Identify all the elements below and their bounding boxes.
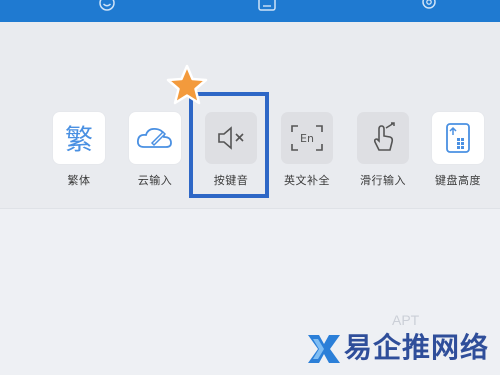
english-completion-icon: En: [291, 125, 323, 151]
highlight-frame: [189, 92, 269, 198]
traditional-chinese-button[interactable]: 繁: [53, 112, 105, 164]
swipe-gesture-icon: [373, 122, 395, 151]
cloud-input-button[interactable]: [129, 112, 181, 164]
keyboard-height-icon: [446, 123, 470, 153]
cloud-input-icon: [136, 127, 172, 148]
swipe-input-label: 滑行输入: [360, 174, 406, 187]
watermark-text: 易企推网络: [344, 331, 490, 364]
english-completion-label: 英文补全: [284, 174, 330, 187]
keyboard-icon[interactable]: [256, 0, 278, 14]
watermark-logo-icon: [308, 335, 340, 363]
smiley-icon[interactable]: [96, 0, 118, 14]
svg-text:En: En: [300, 132, 314, 145]
traditional-chinese-icon: 繁: [64, 123, 93, 156]
star-icon: [166, 64, 208, 105]
traditional-chinese-label: 繁体: [67, 174, 91, 187]
gear-icon[interactable]: [418, 0, 440, 14]
english-completion-button[interactable]: En: [281, 112, 333, 164]
cloud-input-label: 云输入: [137, 174, 173, 187]
top-toolbar: [0, 0, 500, 22]
keyboard-height-label: 键盘高度: [435, 174, 481, 187]
swipe-input-button[interactable]: [357, 112, 409, 164]
keyboard-height-button[interactable]: [432, 112, 484, 164]
watermark-faint-text: APT: [392, 312, 420, 328]
